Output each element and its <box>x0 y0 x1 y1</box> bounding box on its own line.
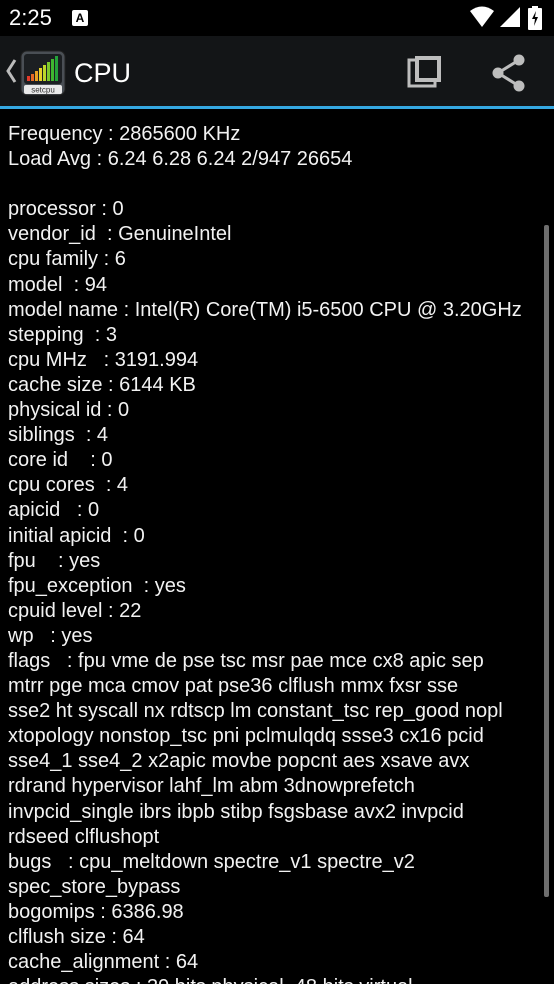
info-line: Load Avg : 6.24 6.28 6.24 2/947 26654 <box>8 148 353 171</box>
scrollbar[interactable] <box>544 225 549 897</box>
cpu-info-text: Frequency : 2865600 KHz Load Avg : 6.24 6… <box>8 122 548 984</box>
back-chevron-icon[interactable] <box>4 54 18 88</box>
info-line: cache_alignment : 64 <box>8 951 199 974</box>
info-line: bugs : cpu_meltdown spectre_v1 spectre_v… <box>8 850 415 873</box>
info-line: xtopology nonstop_tsc pni pclmulqdq ssse… <box>8 725 484 748</box>
info-line: cpuid level : 22 <box>8 599 142 622</box>
info-line <box>8 172 548 197</box>
info-line: physical id : 0 <box>8 399 130 422</box>
info-line: bogomips : 6386.98 <box>8 900 184 923</box>
action-bar: setcpu CPU <box>0 36 554 108</box>
info-line: spec_store_bypass <box>8 875 181 898</box>
info-line: fpu : yes <box>8 549 101 572</box>
cpu-info-view[interactable]: Frequency : 2865600 KHz Load Avg : 6.24 6… <box>0 109 554 984</box>
info-line: vendor_id : GenuineIntel <box>8 223 232 246</box>
wifi-icon <box>470 6 494 27</box>
system-icons <box>470 6 546 30</box>
info-line: flags : fpu vme de pse tsc msr pae mce c… <box>8 649 484 672</box>
battery-icon <box>528 6 542 30</box>
info-line: rdrand hypervisor lahf_lm abm 3dnowprefe… <box>8 775 415 798</box>
setcpu-logo-icon: setcpu <box>20 50 66 96</box>
info-line: cpu family : 6 <box>8 248 126 271</box>
info-line: apicid : 0 <box>8 499 100 522</box>
info-line: sse2 ht syscall nx rdtscp lm constant_ts… <box>8 700 503 723</box>
info-line: sse4_1 sse4_2 x2apic movbe popcnt aes xs… <box>8 750 470 773</box>
info-line: fpu_exception : yes <box>8 574 186 597</box>
status-bar: 2:25 A <box>0 0 554 36</box>
share-icon <box>492 54 525 92</box>
info-line: cache size : 6144 KB <box>8 373 196 396</box>
share-button[interactable] <box>490 54 528 92</box>
info-line: cpu MHz : 3191.994 <box>8 348 199 371</box>
info-line: model : 94 <box>8 273 107 296</box>
info-line: invpcid_single ibrs ibpb stibp fsgsbase … <box>8 800 464 823</box>
info-line: rdseed clflushopt <box>8 825 160 848</box>
info-line: clflush size : 64 <box>8 926 145 948</box>
info-line: cpu cores : 4 <box>8 474 129 497</box>
info-line: wp : yes <box>8 624 93 647</box>
info-line: address sizes : 39 bits physical, 48 bit… <box>8 975 548 984</box>
info-line: mtrr pge mca cmov pat pse36 clflush mmx … <box>8 675 459 698</box>
notification-a-icon: A <box>72 10 88 26</box>
status-time: 2:25 <box>9 5 52 30</box>
copy-button[interactable] <box>406 54 444 92</box>
info-line: initial apicid : 0 <box>8 524 145 547</box>
page-title: CPU <box>74 58 132 88</box>
copy-icon <box>407 56 441 88</box>
app-icon-label: setcpu <box>31 86 55 95</box>
info-line: core id : 0 <box>8 449 113 472</box>
info-line: Frequency : 2865600 KHz <box>8 123 241 145</box>
cell-signal-icon <box>500 7 520 27</box>
info-line: stepping : 3 <box>8 323 117 346</box>
info-line: model name : Intel(R) Core(TM) i5-6500 C… <box>8 298 522 321</box>
info-line: siblings : 4 <box>8 424 109 447</box>
info-line: processor : 0 <box>8 198 124 221</box>
app-icon[interactable]: setcpu <box>20 50 66 96</box>
